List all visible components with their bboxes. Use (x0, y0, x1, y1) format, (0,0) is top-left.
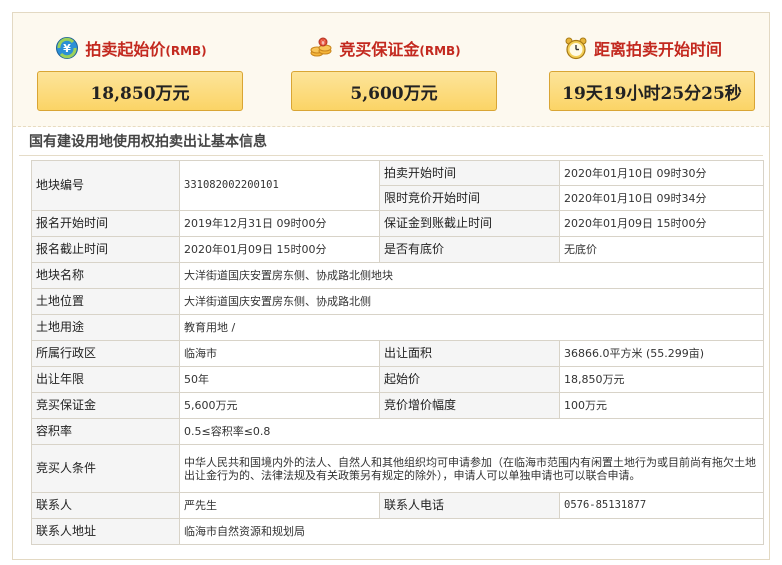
coins-icon: ¥ (309, 36, 333, 60)
table-row: 竞买保证金 5,600万元 竞价增价幅度 100万元 (31, 392, 764, 419)
reg-start-label: 报名开始时间 (31, 210, 180, 237)
conditions-label: 竞买人条件 (31, 444, 180, 493)
start-price-box: ¥ 拍卖起始价(RMB) 18,850万元 (21, 13, 243, 127)
area-label: 出让面积 (379, 340, 560, 367)
section-divider (19, 155, 763, 156)
address-value: 临海市自然资源和规划局 (179, 518, 764, 545)
table-row: 竞买人条件 中华人民共和国境内外的法人、自然人和其他组织均可申请参加（在临海市范… (31, 444, 764, 493)
deposit-row-label: 竞买保证金 (31, 392, 180, 419)
svg-text:¥: ¥ (321, 40, 325, 47)
countdown-label: 距离拍卖开始时间 (593, 40, 722, 59)
far-value: 0.5≤容积率≤0.8 (179, 418, 764, 445)
term-label: 出让年限 (31, 366, 180, 393)
plot-name-value: 大洋街道国庆安置房东侧、协成路北侧地块 (179, 262, 764, 289)
location-label: 土地位置 (31, 288, 180, 315)
deposit-label: 竞买保证金 (339, 40, 420, 59)
reg-start-value: 2019年12月31日 09时00分 (179, 210, 380, 237)
far-label: 容积率 (31, 418, 180, 445)
deposit-deadline-value: 2020年01月09日 15时00分 (559, 210, 764, 237)
plot-no-value: 331082002200101 (179, 160, 380, 211)
reg-end-value: 2020年01月09日 15时00分 (179, 236, 380, 263)
start-price-row-label: 起始价 (379, 366, 560, 393)
district-value: 临海市 (179, 340, 380, 367)
countdown-value: 19天19小时25分25秒 (549, 71, 755, 111)
deposit-unit: (RMB) (419, 44, 461, 58)
phone-label: 联系人电话 (379, 492, 560, 519)
phone-value: 0576-85131877 (559, 492, 764, 519)
term-value: 50年 (179, 366, 380, 393)
table-row: 地块名称 大洋街道国庆安置房东侧、协成路北侧地块 (31, 262, 764, 289)
area-value: 36866.0平方米 (55.299亩) (559, 340, 764, 367)
auction-start-value: 2020年01月10日 09时30分 (559, 160, 764, 186)
location-value: 大洋街道国庆安置房东侧、协成路北侧 (179, 288, 764, 315)
table-row: 出让年限 50年 起始价 18,850万元 (31, 366, 764, 393)
deposit-box: ¥ 竞买保证金(RMB) 5,600万元 (275, 13, 497, 127)
table-row: 联系人地址 临海市自然资源和规划局 (31, 518, 764, 545)
timed-start-value: 2020年01月10日 09时34分 (559, 185, 764, 211)
increment-label: 竞价增价幅度 (379, 392, 560, 419)
start-price-unit: (RMB) (165, 44, 207, 58)
increment-value: 100万元 (559, 392, 764, 419)
table-row: 土地位置 大洋街道国庆安置房东侧、协成路北侧 (31, 288, 764, 315)
land-info-table: 地块编号 331082002200101 拍卖开始时间 2020年01月10日 … (31, 160, 764, 545)
timed-start-label: 限时竞价开始时间 (379, 185, 560, 211)
reserve-label: 是否有底价 (379, 236, 560, 263)
conditions-value: 中华人民共和国境内外的法人、自然人和其他组织均可申请参加（在临海市范围内有闲置土… (179, 444, 764, 493)
deposit-value: 5,600万元 (291, 71, 497, 111)
auction-panel: ¥ 拍卖起始价(RMB) 18,850万元 ¥ 竞买保证金(RMB) 5,600… (12, 12, 770, 560)
usage-label: 土地用途 (31, 314, 180, 341)
start-price-row-value: 18,850万元 (559, 366, 764, 393)
plot-no-label: 地块编号 (31, 160, 180, 211)
svg-text:¥: ¥ (64, 42, 72, 55)
countdown-box: 距离拍卖开始时间 19天19小时25分25秒 (533, 13, 755, 127)
table-row: 容积率 0.5≤容积率≤0.8 (31, 418, 764, 445)
section-title: 国有建设用地使用权拍卖出让基本信息 (29, 134, 267, 150)
table-row: 报名开始时间 2019年12月31日 09时00分 保证金到账截止时间 2020… (31, 210, 764, 237)
start-price-label: 拍卖起始价 (85, 40, 166, 59)
address-label: 联系人地址 (31, 518, 180, 545)
summary-bar: ¥ 拍卖起始价(RMB) 18,850万元 ¥ 竞买保证金(RMB) 5,600… (13, 13, 769, 127)
table-row: 报名截止时间 2020年01月09日 15时00分 是否有底价 无底价 (31, 236, 764, 263)
table-row: 地块编号 331082002200101 拍卖开始时间 2020年01月10日 … (31, 160, 764, 211)
reg-end-label: 报名截止时间 (31, 236, 180, 263)
table-row: 土地用途 教育用地 / (31, 314, 764, 341)
money-circle-icon: ¥ (55, 36, 79, 60)
auction-start-label: 拍卖开始时间 (379, 160, 560, 186)
reserve-value: 无底价 (559, 236, 764, 263)
contact-value: 严先生 (179, 492, 380, 519)
table-row: 联系人 严先生 联系人电话 0576-85131877 (31, 492, 764, 519)
table-row: 所属行政区 临海市 出让面积 36866.0平方米 (55.299亩) (31, 340, 764, 367)
deposit-deadline-label: 保证金到账截止时间 (379, 210, 560, 237)
alarm-clock-icon (564, 36, 588, 60)
contact-label: 联系人 (31, 492, 180, 519)
start-price-value: 18,850万元 (37, 71, 243, 111)
plot-name-label: 地块名称 (31, 262, 180, 289)
district-label: 所属行政区 (31, 340, 180, 367)
deposit-row-value: 5,600万元 (179, 392, 380, 419)
usage-value: 教育用地 / (179, 314, 764, 341)
